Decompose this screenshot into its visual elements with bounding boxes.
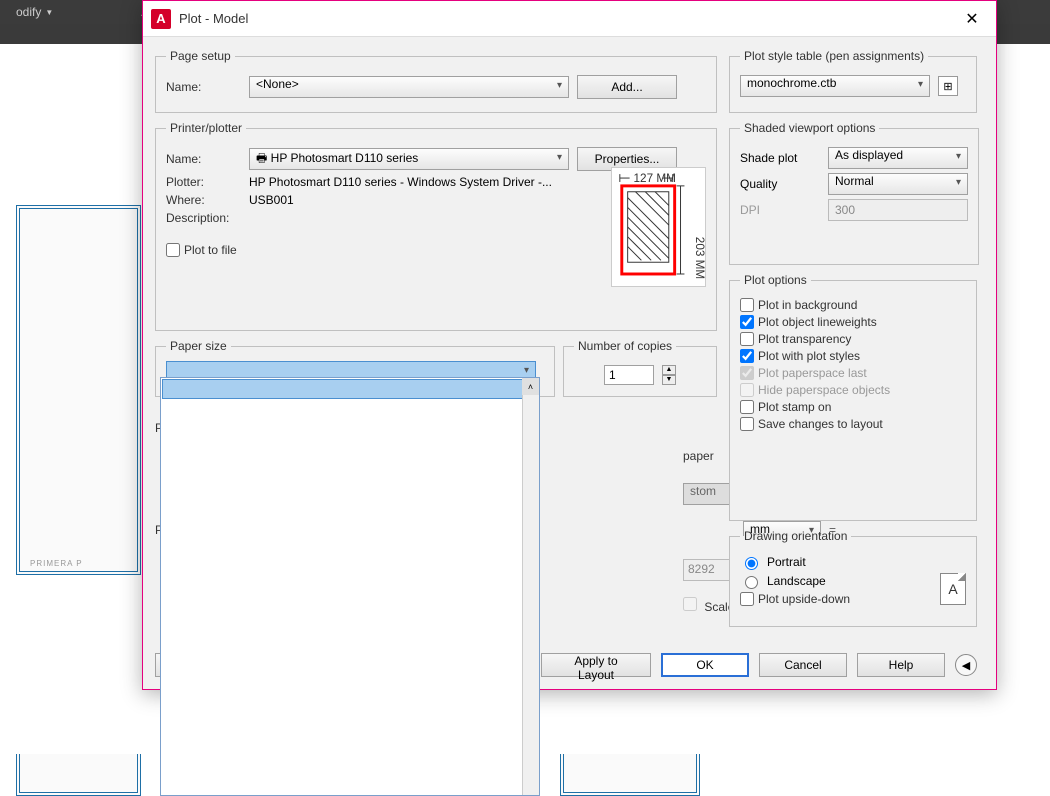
plot-transparency-label: Plot transparency — [758, 332, 851, 346]
cancel-button[interactable]: Cancel — [759, 653, 847, 677]
printer-plotter-group: Printer/plotter Name: 🖶 HP Photosmart D1… — [155, 121, 717, 331]
plot-lineweights-label: Plot object lineweights — [758, 315, 877, 329]
plot-paperspace-checkbox — [740, 366, 754, 380]
hide-paperspace-checkbox — [740, 383, 754, 397]
page-setup-name-select[interactable]: <None> — [249, 76, 569, 98]
hide-paperspace-label: Hide paperspace objects — [758, 383, 890, 397]
dpi-label: DPI — [740, 203, 820, 217]
portrait-radio[interactable] — [745, 557, 758, 570]
plot-to-file-label: Plot to file — [184, 243, 237, 257]
expand-options-button[interactable]: ◀ — [955, 654, 977, 676]
quality-select[interactable]: Normal — [828, 173, 968, 195]
plotter-label: Plotter: — [166, 175, 241, 189]
paper-size-option-selected[interactable] — [162, 379, 538, 399]
plot-options-legend: Plot options — [740, 273, 811, 287]
copies-spinner-up[interactable]: ▲ — [662, 365, 676, 375]
thumbnail-label: PRIMERA P — [30, 559, 83, 568]
floorplan-thumbnail — [560, 754, 700, 796]
save-changes-checkbox[interactable] — [740, 417, 754, 431]
plot-to-file-checkbox[interactable] — [166, 243, 180, 257]
shade-plot-select[interactable]: As displayed — [828, 147, 968, 169]
svg-text:203 MM: 203 MM — [693, 237, 705, 279]
dpi-input — [828, 199, 968, 221]
plot-lineweights-checkbox[interactable] — [740, 315, 754, 329]
plot-style-table-group: Plot style table (pen assignments) monoc… — [729, 49, 977, 113]
landscape-radio[interactable] — [745, 576, 758, 589]
plot-stamp-checkbox[interactable] — [740, 400, 754, 414]
plot-style-legend: Plot style table (pen assignments) — [740, 49, 928, 63]
paper-preview-icon: 127 MM 203 MM — [611, 167, 706, 287]
drawing-orientation-group: Drawing orientation Portrait Landscape P… — [729, 529, 977, 627]
orientation-page-icon: A — [940, 573, 966, 605]
autocad-logo-icon: A — [151, 9, 171, 29]
chevron-down-icon: ▼ — [45, 8, 53, 17]
ok-button[interactable]: OK — [661, 653, 749, 677]
quality-label: Quality — [740, 177, 820, 191]
description-label: Description: — [166, 211, 241, 225]
plot-styles-checkbox[interactable] — [740, 349, 754, 363]
upside-down-checkbox[interactable] — [740, 592, 754, 606]
add-page-setup-button[interactable]: Add... — [577, 75, 677, 99]
where-label: Where: — [166, 193, 241, 207]
copies-legend: Number of copies — [574, 339, 676, 353]
paper-size-legend: Paper size — [166, 339, 231, 353]
printer-legend: Printer/plotter — [166, 121, 246, 135]
dialog-titlebar[interactable]: A Plot - Model ✕ — [143, 1, 996, 37]
plot-background-checkbox[interactable] — [740, 298, 754, 312]
page-setup-legend: Page setup — [166, 49, 235, 63]
copies-input[interactable] — [604, 365, 654, 385]
scale-units-input: 8292 — [683, 559, 735, 581]
floorplan-thumbnail — [16, 754, 141, 796]
page-setup-name-label: Name: — [166, 80, 241, 94]
dialog-title: Plot - Model — [179, 11, 956, 26]
upside-down-label: Plot upside-down — [758, 592, 850, 606]
plot-style-select[interactable]: monochrome.ctb — [740, 75, 930, 97]
number-of-copies-group: Number of copies ▲ ▼ — [563, 339, 717, 397]
scrollbar-up-button[interactable]: ˄ — [522, 378, 539, 395]
where-value: USB001 — [249, 193, 294, 207]
scale-lineweights-checkbox — [683, 597, 697, 611]
floorplan-thumbnail — [16, 205, 141, 575]
apply-to-layout-button[interactable]: Apply to Layout — [541, 653, 651, 677]
plotter-value: HP Photosmart D110 series - Windows Syst… — [249, 175, 552, 189]
ribbon-item-modify[interactable]: odify▼ — [10, 3, 59, 21]
orientation-legend: Drawing orientation — [740, 529, 851, 543]
close-button[interactable]: ✕ — [956, 5, 988, 33]
printer-name-select[interactable]: 🖶 HP Photosmart D110 series — [249, 148, 569, 170]
paper-size-dropdown-list[interactable]: ˄ — [160, 377, 540, 796]
landscape-label: Landscape — [767, 574, 826, 588]
fit-to-paper-partial-label: paper — [683, 449, 714, 463]
plot-transparency-checkbox[interactable] — [740, 332, 754, 346]
help-button[interactable]: Help — [857, 653, 945, 677]
plot-background-label: Plot in background — [758, 298, 857, 312]
dropdown-scrollbar[interactable]: ˄ — [522, 378, 539, 795]
plot-paperspace-label: Plot paperspace last — [758, 366, 867, 380]
shade-plot-label: Shade plot — [740, 151, 820, 165]
printer-name-label: Name: — [166, 152, 241, 166]
save-changes-label: Save changes to layout — [758, 417, 883, 431]
plot-styles-label: Plot with plot styles — [758, 349, 860, 363]
edit-plot-style-button[interactable]: ⊞ — [938, 76, 958, 96]
shaded-legend: Shaded viewport options — [740, 121, 879, 135]
page-setup-group: Page setup Name: <None> Add... — [155, 49, 717, 113]
portrait-label: Portrait — [767, 555, 806, 569]
copies-spinner-down[interactable]: ▼ — [662, 375, 676, 385]
plot-stamp-label: Plot stamp on — [758, 400, 831, 414]
shaded-viewport-group: Shaded viewport options Shade plot As di… — [729, 121, 979, 265]
plot-options-group: Plot options Plot in background Plot obj… — [729, 273, 977, 521]
